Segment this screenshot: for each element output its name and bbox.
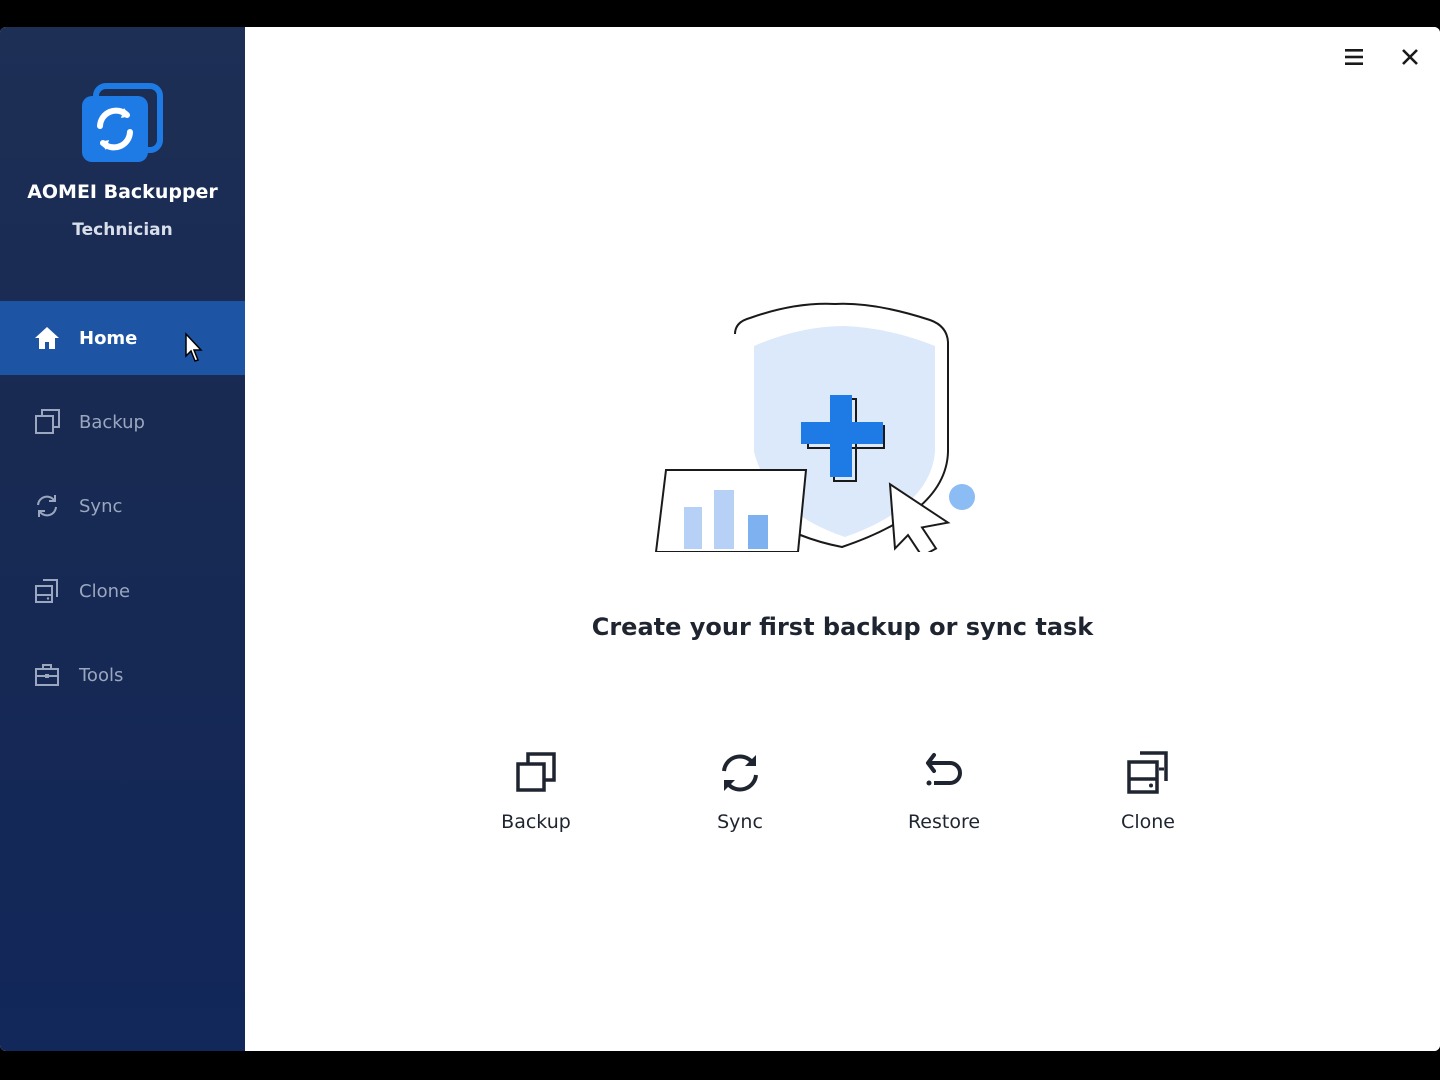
menu-icon [1345,49,1363,65]
aomei-logo-icon [82,83,163,162]
sidebar-item-home[interactable]: Home [0,301,245,375]
action-label: Backup [501,811,571,833]
sync-icon [33,492,61,520]
close-button[interactable] [1394,41,1426,73]
sidebar-item-label: Home [79,327,138,349]
app-name: AOMEI Backupper [27,181,218,203]
mouse-cursor-icon [185,332,203,362]
close-icon [1402,49,1418,65]
sidebar-item-backup[interactable]: Backup [0,385,245,459]
sidebar-item-tools[interactable]: Tools [0,638,245,712]
clone-icon [1122,747,1174,799]
sync-icon [714,747,766,799]
hero-illustration [654,302,975,552]
home-icon [33,324,61,352]
sidebar-item-label: Backup [79,411,145,433]
action-sync[interactable]: Sync [680,747,800,847]
backup-icon [510,747,562,799]
menu-button[interactable] [1338,41,1370,73]
restore-icon [918,747,970,799]
app-edition: Technician [72,220,173,240]
backup-icon [33,408,61,436]
toolbox-icon [33,661,61,689]
app-window: AOMEI Backupper Technician Home Backup S… [0,27,1440,1051]
action-label: Restore [907,811,981,833]
sidebar-item-clone[interactable]: Clone [0,554,245,628]
sidebar-item-sync[interactable]: Sync [0,469,245,543]
sidebar-item-label: Clone [79,580,131,602]
page-headline: Create your first backup or sync task [591,613,1094,641]
action-clone[interactable]: Clone [1088,747,1208,847]
main-content: Create your first backup or sync task Ba… [245,27,1440,1051]
sidebar: AOMEI Backupper Technician Home Backup S… [0,27,245,1051]
action-restore[interactable]: Restore [884,747,1004,847]
action-backup[interactable]: Backup [476,747,596,847]
action-label: Clone [1121,811,1175,833]
clone-icon [33,577,61,605]
action-label: Sync [717,811,763,833]
sidebar-item-label: Tools [79,664,124,686]
sidebar-item-label: Sync [79,495,123,517]
